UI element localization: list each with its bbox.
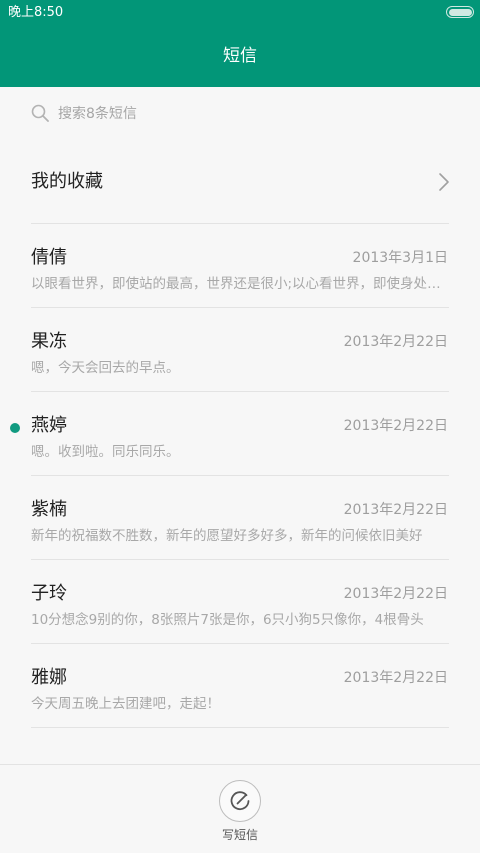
bottom-bar: 写短信 [0, 764, 480, 853]
messages-screen: 晚上8:50 短信 我的收藏 倩倩 2013年3月1日以眼看世界，即使站的最高，世… [0, 0, 480, 853]
search-bar[interactable] [0, 87, 480, 141]
message-date: 2013年2月22日 [343, 586, 448, 602]
message-preview: 以眼看世界，即使站的最高，世界还是很小;以心看世界，即使身处最低处，世界也是很大 [31, 276, 449, 292]
message-date: 2013年2月22日 [343, 418, 448, 434]
compose-icon [230, 791, 250, 811]
compose-button[interactable] [219, 780, 261, 822]
app-header: 晚上8:50 短信 [0, 0, 480, 87]
contact-name: 雅娜 [31, 667, 67, 688]
message-date: 2013年3月1日 [352, 250, 448, 266]
message-preview: 今天周五晚上去团建吧，走起！ [31, 696, 220, 712]
conversation-row[interactable]: 子玲 2013年2月22日 10分想念9别的你，8张照片7张是你，6只小狗5只像你，… [0, 560, 480, 644]
message-date: 2013年2月22日 [343, 502, 448, 518]
search-icon [31, 104, 49, 122]
battery-icon [446, 6, 474, 18]
favorites-label: 我的收藏 [31, 171, 103, 192]
compose-label: 写短信 [221, 828, 258, 842]
search-input[interactable] [58, 103, 438, 125]
conversation-row[interactable]: 雅娜 2013年2月22日今天周五晚上去团建吧，走起！ [0, 644, 480, 728]
contact-name: 果冻 [31, 331, 67, 352]
conversation-row[interactable]: 紫楠 2013年2月22日新年的祝福数不胜数，新年的愿望好多好多，新年的问候依旧美… [0, 476, 480, 560]
contact-name: 子玲 [31, 583, 67, 604]
unread-indicator [10, 423, 20, 433]
favorites-entry[interactable]: 我的收藏 [0, 141, 480, 224]
contact-name: 倩倩 [31, 247, 67, 268]
status-time: 晚上8:50 [8, 5, 64, 20]
message-date: 2013年2月22日 [343, 334, 448, 350]
divider [31, 727, 449, 728]
conversation-row[interactable]: 果冻 2013年2月22日嗯，今天会回去的早点。 [0, 308, 480, 392]
chevron-right-icon [439, 173, 449, 191]
message-preview: 10分想念9别的你，8张照片7张是你，6只小狗5只像你，4根骨头 [31, 612, 424, 628]
page-title: 短信 [223, 46, 257, 66]
conversation-row[interactable]: 燕婷 2013年2月22日嗯。收到啦。同乐同乐。 [0, 392, 480, 476]
message-preview: 嗯，今天会回去的早点。 [31, 360, 180, 376]
contact-name: 燕婷 [31, 415, 67, 436]
contact-name: 紫楠 [31, 499, 67, 520]
message-preview: 新年的祝福数不胜数，新年的愿望好多好多，新年的问候依旧美好 [31, 528, 423, 544]
message-preview: 嗯。收到啦。同乐同乐。 [31, 444, 180, 460]
conversation-row[interactable]: 倩倩 2013年3月1日以眼看世界，即使站的最高，世界还是很小;以心看世界，即使身… [0, 224, 480, 308]
message-date: 2013年2月22日 [343, 670, 448, 686]
